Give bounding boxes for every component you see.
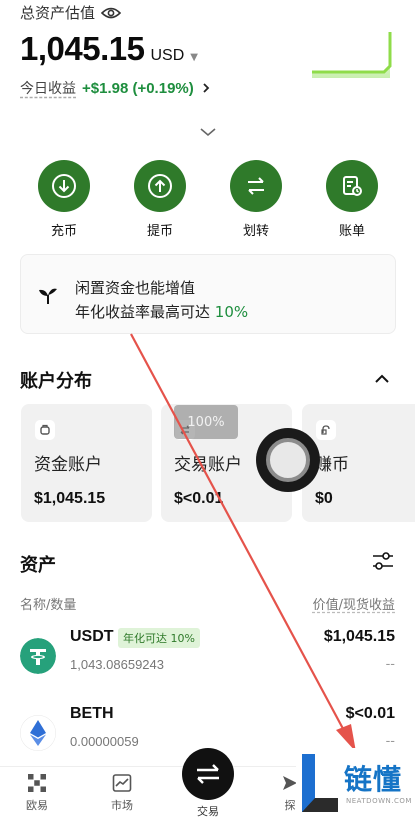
withdraw-button[interactable]: 提币 xyxy=(125,160,195,239)
caret-down-icon[interactable]: ▼ xyxy=(190,52,198,63)
total-assets-text: 总资产估值 xyxy=(20,4,96,22)
deposit-icon xyxy=(52,174,76,198)
chevron-down-icon[interactable] xyxy=(199,126,217,138)
site-watermark: 链懂 NEATDOWN.COM xyxy=(296,748,415,819)
column-header-value[interactable]: 价值/现货收益 xyxy=(313,594,395,613)
bill-label: 账单 xyxy=(338,224,365,239)
nav-item-market[interactable]: 市场 xyxy=(90,773,154,813)
account-distribution-title: 账户分布 xyxy=(20,371,92,392)
trade-fab-button[interactable] xyxy=(182,748,234,800)
total-assets-label: 总资产估值 xyxy=(20,2,122,23)
asset-pnl: -- xyxy=(385,657,395,672)
nav-label-trade: 交易 xyxy=(197,805,219,818)
transfer-label: 划转 xyxy=(242,224,269,239)
sprout-icon xyxy=(39,288,57,304)
bill-icon xyxy=(343,176,362,196)
assistive-touch-icon xyxy=(266,438,310,482)
total-amount: 1,045.15 xyxy=(20,30,145,67)
promo-rate: 10% xyxy=(214,303,249,321)
watermark-text: 链懂 xyxy=(344,763,403,796)
earn-account-name: 赚币 xyxy=(315,455,349,475)
bill-button[interactable]: 账单 xyxy=(317,160,387,239)
funding-account-value: $1,045.15 xyxy=(34,490,106,507)
asset-value: $1,045.15 xyxy=(323,628,395,645)
asset-symbol: BETH xyxy=(70,705,114,722)
earn-account-value: $0 xyxy=(315,490,333,507)
yield-tag[interactable]: 年化可达 10% xyxy=(118,628,200,648)
watermark-logo xyxy=(302,754,338,812)
trading-account-value: $<0.01 xyxy=(174,490,224,507)
withdraw-icon xyxy=(148,174,172,198)
promo-title: 闲置资金也能增值 xyxy=(75,279,196,297)
chevron-right-icon xyxy=(203,83,210,93)
asset-value: $<0.01 xyxy=(345,705,395,722)
beth-coin-icon xyxy=(20,715,56,751)
nav-label: 探 xyxy=(284,799,296,812)
assets-title: 资产 xyxy=(20,555,56,576)
okx-logo-icon xyxy=(28,774,46,792)
deposit-button[interactable]: 充币 xyxy=(29,160,99,239)
asset-row-usdt[interactable]: USDT 年化可达 10% 1,043.08659243 $1,045.15 -… xyxy=(0,626,415,686)
transfer-button[interactable]: 划转 xyxy=(221,160,291,239)
quick-actions: 充币 提币 划转 账单 xyxy=(0,160,415,240)
promo-subtitle: 年化收益率最高可达 10% xyxy=(75,301,248,322)
asset-symbol: USDT xyxy=(70,628,114,645)
trading-account-name: 交易账户 xyxy=(174,455,242,475)
filter-settings-icon[interactable] xyxy=(372,551,394,571)
nav-label: 欧易 xyxy=(26,799,48,812)
floating-assistive-button[interactable] xyxy=(256,428,320,492)
earn-promo-banner[interactable]: 闲置资金也能增值 年化收益率最高可达 10% xyxy=(20,254,396,334)
swap-arrows-icon xyxy=(197,764,219,784)
today-pnl-value: +$1.98 (+0.19%) xyxy=(82,79,194,97)
market-chart-icon xyxy=(112,774,132,792)
today-pnl-row[interactable]: 今日收益 +$1.98 (+0.19%) xyxy=(20,78,212,98)
earn-icon xyxy=(316,420,336,440)
transfer-icon xyxy=(248,177,264,195)
nav-item-okx[interactable]: 欧易 xyxy=(5,773,69,813)
currency-selector[interactable]: USD xyxy=(150,47,184,65)
deposit-label: 充币 xyxy=(50,224,77,239)
chevron-up-icon[interactable] xyxy=(374,374,390,384)
overlay-percent-badge: 100% xyxy=(174,405,238,439)
total-amount-row: 1,045.15 USD ▼ xyxy=(20,30,198,68)
funding-account-name: 资金账户 xyxy=(34,455,102,475)
column-header-name: 名称/数量 xyxy=(20,598,77,613)
today-pnl-label: 今日收益 xyxy=(20,81,76,97)
funding-account-card[interactable]: 资金账户 $1,045.15 xyxy=(21,404,152,522)
withdraw-label: 提币 xyxy=(146,224,173,239)
watermark-subtext: NEATDOWN.COM xyxy=(346,797,412,805)
asset-quantity: 1,043.08659243 xyxy=(70,657,164,672)
asset-pnl: -- xyxy=(385,734,395,749)
usdt-coin-icon xyxy=(20,638,56,674)
eye-icon[interactable] xyxy=(101,6,122,20)
asset-sparkline xyxy=(312,32,392,78)
wallet-icon xyxy=(35,420,55,440)
promo-rate-prefix: 年化收益率最高可达 xyxy=(75,303,211,321)
nav-label: 市场 xyxy=(111,799,133,812)
asset-quantity: 0.00000059 xyxy=(70,734,139,749)
